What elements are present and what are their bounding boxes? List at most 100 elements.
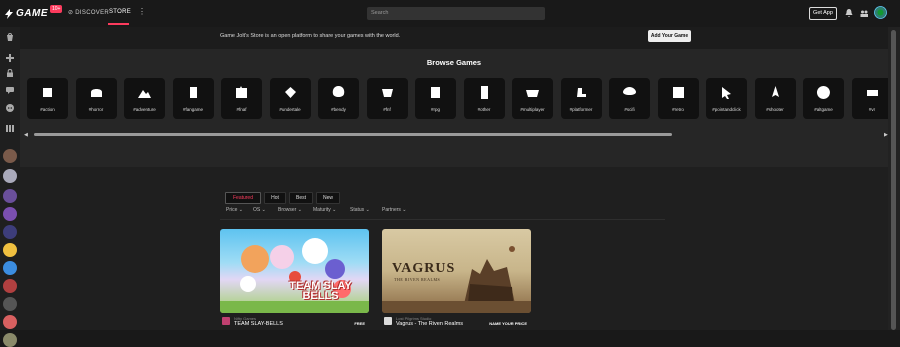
nav-store[interactable]: STORE — [109, 9, 131, 15]
filter-partners[interactable]: Partners ⌄ — [382, 207, 407, 213]
page-scrollbar-thumb[interactable] — [891, 30, 896, 330]
filter-price[interactable]: Price ⌄ — [226, 207, 243, 213]
banner-text: Game Jolt's Store is an open platform to… — [220, 33, 401, 39]
filter-label: Browser — [278, 207, 297, 213]
tab-hot[interactable]: Hot — [264, 192, 286, 204]
bell-icon[interactable] — [844, 8, 854, 18]
tab-featured[interactable]: Featured — [225, 192, 261, 204]
tag-tile[interactable]: #undertale — [269, 78, 311, 119]
sidebar-add-icon[interactable] — [5, 53, 15, 63]
tag-tile[interactable]: #pointandclick — [706, 78, 747, 119]
get-app-button[interactable]: Get App — [809, 7, 837, 20]
filter-maturity[interactable]: Maturity ⌄ — [313, 207, 336, 213]
game-card[interactable]: VAGRUS THE RIVEN REALMS Lost Pilgrims St… — [382, 229, 531, 330]
user-avatar[interactable] — [874, 6, 887, 19]
sidebar — [0, 27, 20, 347]
filter-browser[interactable]: Browser ⌄ — [278, 207, 302, 213]
search-input[interactable]: Search — [367, 7, 545, 20]
nav-discover[interactable]: ⊘ DISCOVER — [68, 9, 109, 16]
tag-tile[interactable]: #action — [27, 78, 68, 119]
tag-tile[interactable]: #multiplayer — [512, 78, 553, 119]
community-avatar[interactable] — [3, 243, 17, 257]
sidebar-shop-icon[interactable] — [5, 32, 15, 42]
shooter-icon — [771, 86, 779, 97]
tag-tile[interactable]: #rpg — [415, 78, 456, 119]
fnaf-icon — [236, 86, 247, 98]
filter-status[interactable]: Status ⌄ — [350, 207, 370, 213]
game-price: FREE — [354, 321, 365, 326]
community-avatar[interactable] — [3, 333, 17, 347]
filter-label: Maturity — [313, 207, 331, 213]
community-avatar[interactable] — [3, 279, 17, 293]
developer-avatar[interactable] — [384, 317, 392, 325]
community-avatar[interactable] — [3, 207, 17, 221]
tag-tile[interactable]: #fnf — [366, 78, 408, 119]
sidebar-discord-icon[interactable] — [5, 103, 15, 113]
tab-best[interactable]: Best — [289, 192, 313, 204]
tag-tile[interactable]: #scifi — [609, 78, 650, 119]
game-thumbnail[interactable]: VAGRUS THE RIVEN REALMS — [382, 229, 531, 313]
browse-games-title: Browse Games — [426, 58, 482, 67]
community-avatar[interactable] — [3, 149, 17, 163]
tag-tile[interactable]: #shooter — [754, 78, 796, 119]
community-avatar[interactable] — [3, 261, 17, 275]
game-title[interactable]: TEAM SLAY-BELLS — [234, 321, 283, 327]
tag-tile[interactable]: #other — [463, 78, 505, 119]
game-card[interactable]: TEAM SLAY BELLS Nifty Games TEAM SLAY-BE… — [220, 229, 369, 330]
tag-tile[interactable]: #horror — [75, 78, 117, 119]
fangame-icon — [189, 87, 197, 98]
tag-tile[interactable]: #fnaf — [221, 78, 262, 119]
chevron-down-icon: ⌄ — [400, 207, 407, 213]
more-menu-icon[interactable]: ⋮ — [138, 7, 146, 16]
tag-tile-label: #bendy — [331, 107, 346, 112]
sidebar-chat-icon[interactable] — [5, 85, 15, 95]
add-your-game-button[interactable]: Add Your Game — [648, 30, 691, 42]
game-title[interactable]: Vagrus - The Riven Realms — [396, 321, 463, 327]
filter-os[interactable]: OS ⌄ — [253, 207, 266, 213]
game-thumbnail[interactable]: TEAM SLAY BELLS — [220, 229, 369, 313]
tag-tile[interactable]: #platformer — [560, 78, 602, 119]
adventure-icon — [138, 90, 151, 98]
tag-tile-label: #rpg — [430, 107, 440, 112]
community-avatar[interactable] — [3, 225, 17, 239]
tab-new[interactable]: New — [316, 192, 340, 204]
community-avatar[interactable] — [3, 169, 17, 183]
filter-label: Price — [226, 207, 238, 213]
tag-tile-label: #horror — [88, 107, 104, 112]
store-active-indicator — [108, 23, 129, 25]
top-bar: GAME 10+ ⊘ DISCOVER STORE ⋮ Search Get A… — [0, 0, 900, 28]
platformer-icon — [576, 88, 586, 97]
undertale-icon — [284, 87, 296, 98]
tag-tile[interactable]: #vr — [851, 78, 893, 119]
tag-tile[interactable]: #fangame — [172, 78, 214, 119]
tag-tile-label: #shooter — [766, 107, 784, 112]
logo-badge: 10+ — [50, 4, 63, 13]
retro-icon — [672, 87, 684, 98]
gamejolt-logo[interactable]: GAME 10+ — [4, 4, 63, 20]
chevron-down-icon: ⌄ — [260, 207, 266, 213]
tag-tile[interactable]: #altgame — [803, 78, 844, 119]
game-price: NAME YOUR PRICE — [489, 321, 527, 326]
altgame-icon — [816, 86, 830, 99]
sidebar-lock-icon[interactable] — [5, 68, 15, 78]
filter-label: Status — [350, 207, 365, 213]
chevron-down-icon: ⌄ — [364, 207, 370, 213]
tiles-scrollbar[interactable]: ◀ ▶ — [4, 132, 888, 138]
lightning-icon — [5, 8, 13, 19]
thumb-subtitle-text: THE RIVEN REALMS — [394, 277, 441, 282]
tag-tile[interactable]: #adventure — [124, 78, 165, 119]
scroll-left-arrow[interactable]: ◀ — [24, 132, 28, 138]
developer-avatar[interactable] — [222, 317, 230, 325]
tag-tile[interactable]: #retro — [657, 78, 699, 119]
tag-tile[interactable]: #bendy — [318, 78, 359, 119]
tag-tile-label: #action — [40, 107, 55, 112]
horror-icon — [90, 89, 102, 97]
tag-tile-label: #pointandclick — [712, 107, 741, 112]
community-avatar[interactable] — [3, 189, 17, 203]
friends-icon[interactable] — [859, 8, 869, 18]
search-placeholder: Search — [371, 10, 389, 16]
scrollbar-thumb[interactable] — [34, 133, 672, 136]
community-avatar[interactable] — [3, 315, 17, 329]
community-avatar[interactable] — [3, 297, 17, 311]
logo-text: GAME — [16, 8, 48, 19]
